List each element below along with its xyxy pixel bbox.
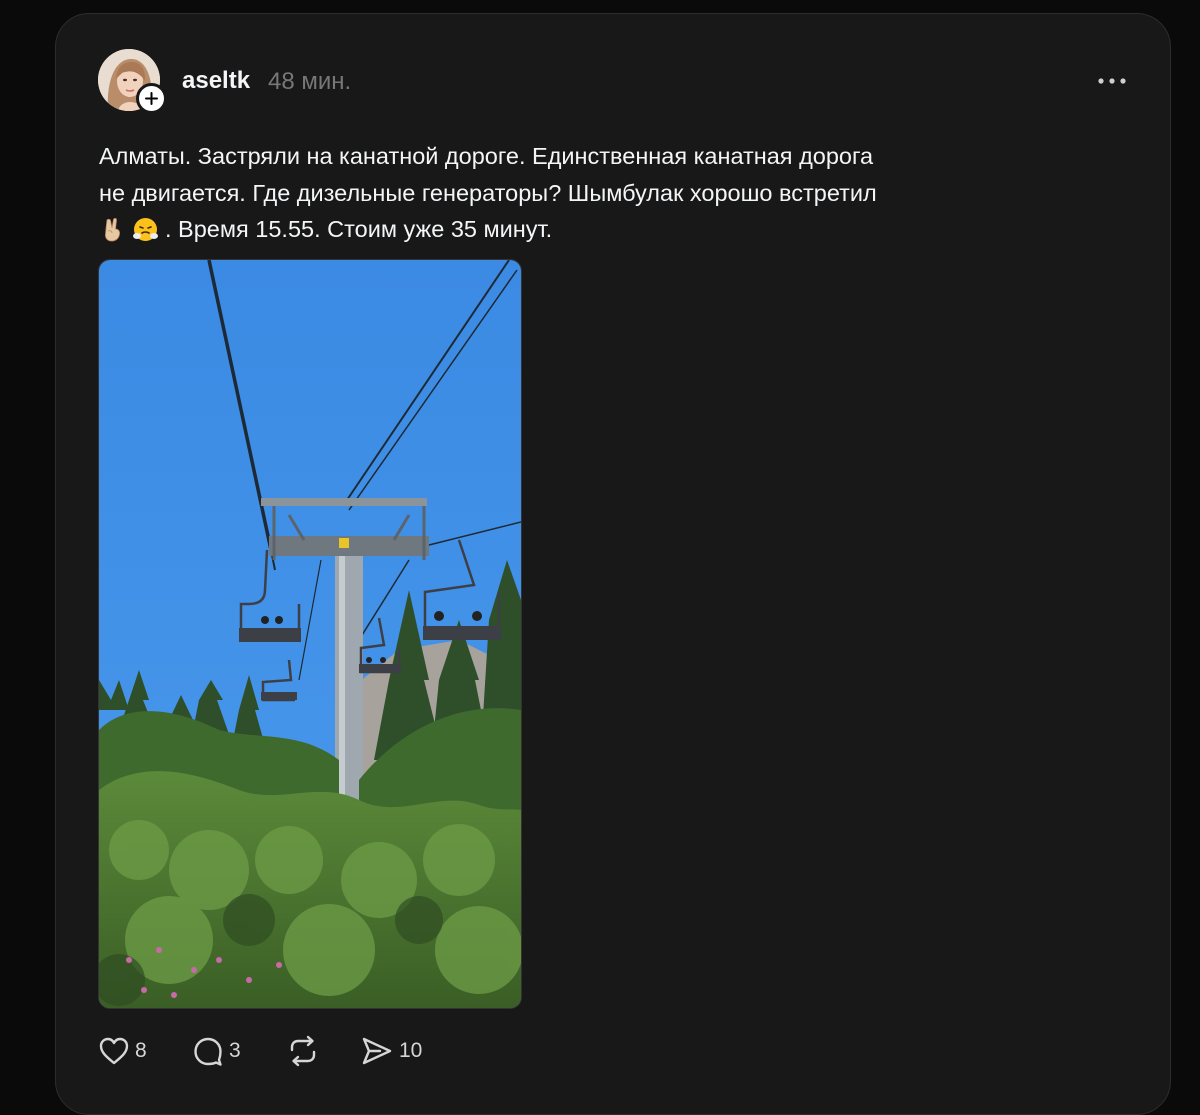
post-text-line: не двигается. Где дизельные генераторы? … bbox=[99, 179, 877, 206]
author-avatar-container bbox=[98, 49, 167, 114]
post-text-line-tail: . Время 15.55. Стоим уже 35 минут. bbox=[165, 216, 553, 242]
post-timestamp: 48 мин. bbox=[268, 68, 352, 95]
plus-icon bbox=[145, 92, 158, 105]
comment-bubble-icon bbox=[194, 1037, 222, 1066]
like-button[interactable]: 8 bbox=[98, 1034, 147, 1068]
chairlift-photo bbox=[99, 260, 521, 1008]
heart-icon bbox=[99, 1037, 129, 1065]
comment-count: 3 bbox=[229, 1039, 241, 1062]
like-count: 8 bbox=[135, 1039, 147, 1062]
follow-button[interactable] bbox=[136, 83, 167, 114]
post-photo[interactable] bbox=[98, 259, 522, 1009]
share-count: 10 bbox=[399, 1039, 423, 1062]
share-button[interactable]: 10 bbox=[360, 1034, 422, 1068]
comment-button[interactable]: 3 bbox=[192, 1034, 241, 1068]
repost-button[interactable] bbox=[286, 1034, 320, 1068]
post-text-line: Алматы. Застряли на канатной дороге. Еди… bbox=[99, 143, 874, 169]
post-text-line-with-emoji: . Время 15.55. Стоим уже 35 минут. bbox=[99, 211, 1019, 248]
send-icon bbox=[362, 1037, 392, 1065]
author-username[interactable]: aseltk bbox=[182, 67, 250, 95]
repost-icon bbox=[290, 1035, 316, 1067]
face-with-steam-emoji-icon bbox=[132, 216, 159, 243]
more-horizontal-icon bbox=[1098, 78, 1126, 84]
more-options-button[interactable] bbox=[1092, 66, 1132, 96]
post-text: Алматы. Застряли на канатной дороге. Еди… bbox=[99, 138, 1019, 248]
victory-hand-emoji-icon bbox=[99, 216, 126, 243]
